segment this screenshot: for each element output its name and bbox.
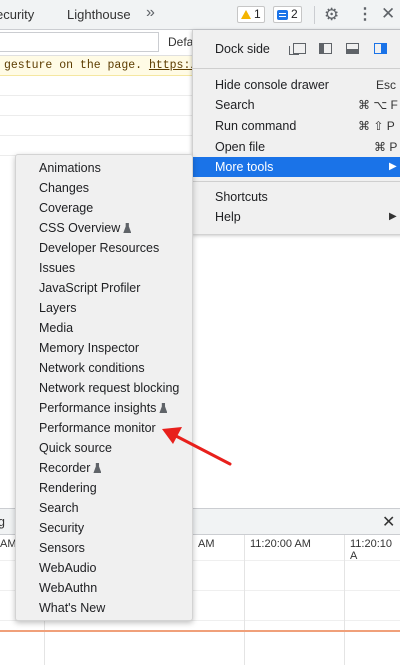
warning-text: gesture on the page. (4, 59, 143, 72)
menu-separator (193, 181, 400, 182)
warning-link[interactable]: https:/ (149, 59, 197, 72)
menu-item-label: Run command (215, 119, 297, 133)
menu-item-label: More tools (215, 160, 274, 174)
tool-network-request-blocking[interactable]: Network request blocking (39, 378, 179, 398)
menu-item-label: Search (215, 98, 255, 112)
warnings-badge[interactable]: 1 (237, 6, 265, 23)
menu-item-search[interactable]: Search ⌘ ⌥ F (193, 95, 400, 115)
menu-item-open-file[interactable]: Open file ⌘ P (193, 137, 400, 157)
tool-security[interactable]: Security (39, 518, 84, 538)
tool-animations[interactable]: Animations (39, 158, 101, 178)
tool-network-conditions[interactable]: Network conditions (39, 358, 145, 378)
experimental-flask-icon (159, 403, 168, 413)
default-levels-dropdown[interactable]: Defa (168, 35, 193, 49)
menu-item-shortcuts[interactable]: Shortcuts (193, 187, 400, 207)
chart-time-gridline (344, 535, 345, 665)
dock-left-icon[interactable] (319, 43, 332, 54)
submenu-arrow-icon: ▶ (389, 211, 397, 222)
tool-issues[interactable]: Issues (39, 258, 75, 278)
toolbar-divider (314, 6, 315, 24)
menu-item-more-tools[interactable]: More tools ▶ (193, 157, 400, 177)
tool-recorder[interactable]: Recorder (39, 458, 102, 478)
tool-performance-insights[interactable]: Performance insights (39, 398, 168, 418)
messages-badge[interactable]: 2 (273, 6, 302, 23)
tool-media[interactable]: Media (39, 318, 73, 338)
chart-time-gridline (244, 535, 245, 665)
tool-developer-resources[interactable]: Developer Resources (39, 238, 159, 258)
experimental-flask-icon (123, 223, 132, 233)
console-row (0, 116, 192, 136)
console-row (0, 136, 192, 156)
tool-memory-inspector[interactable]: Memory Inspector (39, 338, 139, 358)
menu-item-shortcut: ⌘ ⇧ P (358, 119, 395, 133)
menu-item-hide-console-drawer[interactable]: Hide console drawer Esc (193, 75, 400, 95)
customize-menu-kebab-icon[interactable]: ⋮ (357, 4, 373, 24)
close-drawer-icon[interactable]: ✕ (382, 512, 395, 532)
devtools-window: ecurity Lighthouse » 1 2 ⚙ ⋮ ✕ Defa gest… (0, 0, 400, 665)
settings-gear-icon[interactable]: ⚙ (324, 5, 339, 25)
tool-quick-source[interactable]: Quick source (39, 438, 112, 458)
menu-item-shortcut: ⌘ ⌥ F (358, 98, 398, 112)
tool-css-overview[interactable]: CSS Overview (39, 218, 132, 238)
undock-icon[interactable] (289, 43, 306, 55)
submenu-arrow-icon: ▶ (389, 161, 397, 172)
tool-webaudio[interactable]: WebAudio (39, 558, 96, 578)
menu-item-run-command[interactable]: Run command ⌘ ⇧ P (193, 116, 400, 136)
tool-label: Performance insights (39, 401, 157, 415)
more-tabs-chevron-icon[interactable]: » (146, 4, 155, 22)
perf-metric-line (0, 630, 400, 632)
tool-label: CSS Overview (39, 221, 121, 235)
console-filter-input[interactable] (0, 32, 159, 52)
tool-label: Recorder (39, 461, 91, 475)
more-tools-submenu: Animations Changes Coverage CSS Overview… (15, 154, 193, 621)
warnings-count: 1 (254, 7, 261, 21)
menu-item-label: Shortcuts (215, 190, 268, 204)
message-icon (277, 9, 288, 20)
warning-icon (241, 10, 251, 19)
experimental-flask-icon (93, 463, 102, 473)
tool-changes[interactable]: Changes (39, 178, 89, 198)
dock-side-label: Dock side (215, 42, 270, 56)
chart-time-label: AM (198, 538, 215, 550)
tool-layers[interactable]: Layers (39, 298, 77, 318)
tool-search[interactable]: Search (39, 498, 79, 518)
chart-time-label: 11:20:10 A (350, 538, 393, 562)
tool-coverage[interactable]: Coverage (39, 198, 93, 218)
dock-right-icon[interactable] (374, 43, 387, 54)
chart-time-label: 11:20:00 AM (250, 538, 311, 550)
tool-performance-monitor[interactable]: Performance monitor (39, 418, 156, 438)
customize-devtools-menu: Dock side Hide console drawer Esc Search… (192, 30, 400, 234)
console-row (0, 96, 192, 116)
tool-rendering[interactable]: Rendering (39, 478, 97, 498)
menu-item-help[interactable]: Help ▶ (193, 207, 400, 227)
menu-item-label: Help (215, 210, 241, 224)
menu-item-shortcut: ⌘ P (374, 140, 398, 154)
menu-item-label: Open file (215, 140, 266, 154)
drawer-tab-label[interactable]: g (0, 515, 5, 529)
tool-whats-new[interactable]: What's New (39, 598, 105, 618)
tool-sensors[interactable]: Sensors (39, 538, 85, 558)
menu-separator (193, 68, 400, 69)
dock-bottom-icon[interactable] (346, 43, 359, 54)
messages-count: 2 (291, 7, 298, 21)
close-devtools-icon[interactable]: ✕ (381, 4, 395, 24)
tab-security[interactable]: ecurity (0, 7, 34, 22)
menu-item-label: Hide console drawer (215, 78, 329, 92)
tab-lighthouse[interactable]: Lighthouse (67, 7, 131, 22)
devtools-tabbar: ecurity Lighthouse » 1 2 ⚙ ⋮ ✕ (0, 0, 400, 30)
menu-item-shortcut: Esc (376, 78, 397, 92)
tool-webauthn[interactable]: WebAuthn (39, 578, 97, 598)
console-row (0, 76, 192, 96)
tool-javascript-profiler[interactable]: JavaScript Profiler (39, 278, 140, 298)
